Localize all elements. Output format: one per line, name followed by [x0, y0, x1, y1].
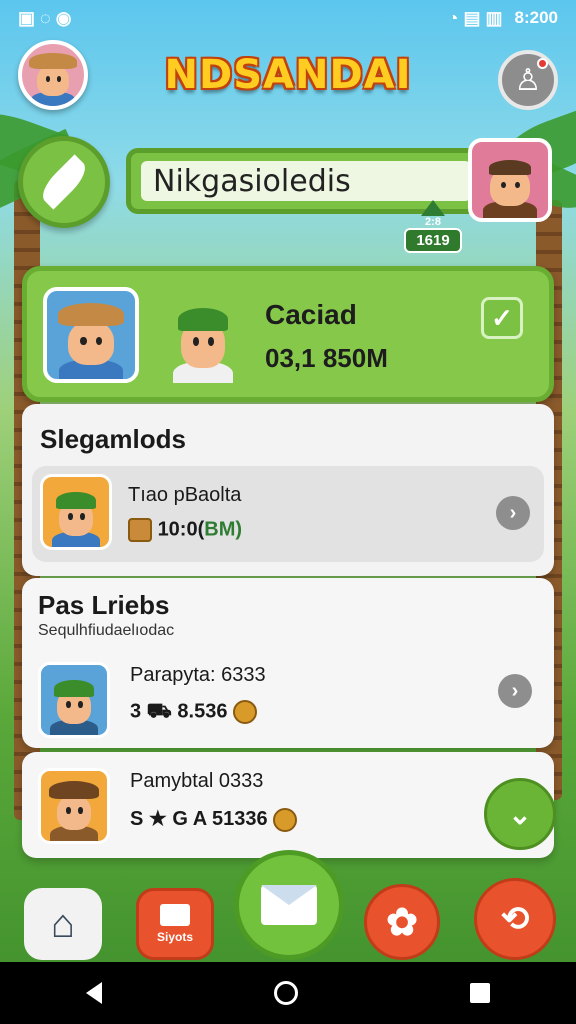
map-icon: ⟲ [500, 900, 530, 938]
nav-mail-button[interactable] [234, 850, 344, 960]
item-thumbnail [40, 474, 112, 550]
back-icon[interactable] [86, 982, 102, 1004]
section-subtitle: Sequlhfiudaelıodac [38, 622, 175, 639]
notification-dot [537, 58, 548, 69]
hero-portrait [43, 287, 139, 383]
nav-shop-button[interactable]: Siyots [136, 888, 214, 960]
status-right-icons: ◔ ▤ ▥ [447, 7, 503, 28]
item-thumbnail [38, 768, 110, 844]
status-time: 8:200 [514, 8, 558, 27]
badge-top: 2:8 [425, 216, 441, 228]
level-badge: 2:8 1619 [404, 200, 462, 264]
status-left-icons: ▣ ◌ ◉ [18, 7, 72, 28]
nav-map-button[interactable]: ⟲ [474, 878, 556, 960]
section-title: Pas Lriebs [38, 590, 170, 620]
check-icon[interactable]: ✓ [481, 297, 523, 339]
hero-card[interactable]: Caciad 03,1 850M ✓ [22, 266, 554, 402]
android-nav-bar [0, 962, 576, 1024]
gear-icon: ✿ [386, 901, 418, 944]
shop-icon [160, 904, 190, 926]
item-value: S ★ G A 51336 [130, 806, 298, 832]
item-title: Tıao pBaolta [128, 484, 242, 506]
profile-button[interactable]: ♙ [498, 50, 558, 110]
nav-settings-button[interactable]: ✿ [364, 884, 440, 960]
person-icon: ♙ [514, 63, 542, 97]
section-title: Slegamlods [40, 424, 186, 454]
item-thumbnail [38, 662, 110, 738]
chevron-right-icon[interactable]: › [498, 674, 532, 708]
up-arrow-icon [421, 200, 445, 216]
action-fab[interactable]: ⌄ [484, 778, 556, 850]
badge-value: 1619 [404, 228, 462, 253]
home-circle-icon[interactable] [274, 981, 298, 1005]
chevron-right-icon[interactable]: › [496, 496, 530, 530]
emoji-icon [273, 807, 298, 832]
leaf-button[interactable] [18, 136, 110, 228]
companion-character [161, 287, 245, 383]
section-slegamlods: Slegamlods Tıao pBaolta 10:0(BM) › [22, 404, 554, 576]
friend-avatar[interactable] [468, 138, 552, 222]
list-item[interactable]: Pamybtal 0333 S ★ G A 51336 [22, 762, 554, 852]
basket-icon [128, 518, 152, 542]
section-friends-list: Pamybtal 0333 S ★ G A 51336 [22, 752, 554, 858]
emoji-icon [233, 700, 258, 724]
leaf-icon [36, 154, 92, 210]
envelope-icon [261, 885, 317, 925]
recent-apps-icon[interactable] [470, 983, 490, 1003]
nav-home-button[interactable]: ⌂ [24, 888, 102, 960]
list-item[interactable]: Parapyta: 6333 3 ⛟ 8.536 › [22, 656, 554, 746]
status-bar: ▣ ◌ ◉ ◔ ▤ ▥ 8:200 [0, 0, 576, 36]
bottom-nav: ⌂ Siyots ✿ ⟲ [0, 850, 576, 960]
app-title: NDSANDAI [164, 52, 412, 98]
list-item[interactable]: Tıao pBaolta 10:0(BM) › [32, 466, 544, 562]
item-title: Pamybtal 0333 [130, 770, 264, 792]
home-icon: ⌂ [50, 901, 76, 946]
hero-label: Caciad [265, 299, 357, 330]
item-value: 10:0(BM) [128, 518, 242, 542]
player-name: Nikgasioledis [141, 161, 471, 201]
hero-value: 03,1 850M [265, 343, 388, 373]
item-value: 3 ⛟ 8.536 [130, 700, 258, 725]
item-title: Parapyta: 6333 [130, 664, 266, 686]
section-pas-lriebs: Pas Lriebs Sequlhfiudaelıodac Parapyta: … [22, 578, 554, 748]
shop-label: Siyots [156, 930, 193, 944]
